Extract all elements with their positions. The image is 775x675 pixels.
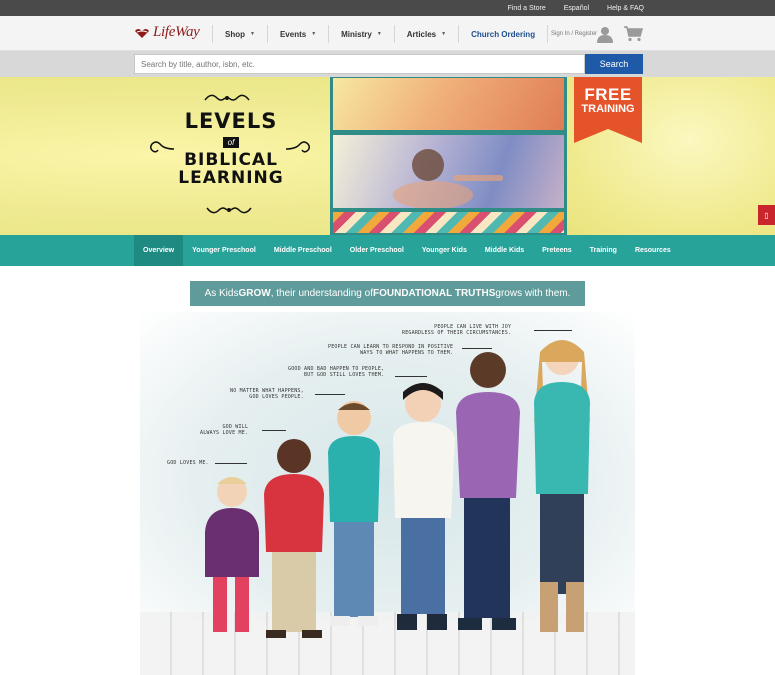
- hero-title-levels: LEVELS: [184, 109, 278, 133]
- annotation-line: [534, 330, 572, 331]
- tab-preteens[interactable]: Preteens: [533, 235, 581, 266]
- annotation-respond-positive: PEOPLE CAN LEARN TO RESPOND IN POSITIVE …: [328, 344, 454, 356]
- logo-text: LifeWay: [153, 24, 200, 40]
- lifeway-logo-icon: [134, 27, 150, 39]
- nav-menu: Shop ▼ Events ▼ Ministry ▼ Articles ▼ Church…: [212, 25, 549, 43]
- nav-item-label: Ministry: [341, 29, 372, 39]
- age-level-nav: Overview Younger Preschool Middle Presch…: [0, 235, 775, 266]
- tagline-part: , their understanding of: [270, 288, 373, 299]
- tab-resources[interactable]: Resources: [626, 235, 680, 266]
- caret-down-icon: ▼: [376, 31, 382, 37]
- preschooler-figure: [264, 439, 324, 638]
- tagline-truths: FOUNDATIONAL TRUTHS: [372, 288, 496, 299]
- tab-younger-kids[interactable]: Younger Kids: [413, 235, 476, 266]
- free-training-label[interactable]: FREE TRAINING: [574, 86, 642, 115]
- main-nav: LifeWay Shop ▼ Events ▼ Ministry ▼ Articles…: [0, 16, 775, 51]
- hero-title-learning: LEARNING: [178, 168, 284, 188]
- annotation-god-will-always-love-me: GOD WILL ALWAYS LOVE ME.: [200, 424, 249, 436]
- nav-item-shop[interactable]: Shop ▼: [212, 25, 267, 43]
- annotation-line: [262, 430, 286, 431]
- annotation-no-matter-what: NO MATTER WHAT HAPPENS, GOD LOVES PEOPLE…: [230, 388, 304, 400]
- annotation-line: [395, 376, 427, 377]
- boy-purple-shirt-figure: [456, 352, 520, 630]
- gift-icon: ▯: [764, 210, 769, 220]
- toddler-figure: [205, 477, 259, 632]
- nav-item-label: Articles: [406, 29, 437, 39]
- tab-older-preschool[interactable]: Older Preschool: [341, 235, 413, 266]
- caret-down-icon: ▼: [250, 31, 255, 37]
- nav-item-ministry[interactable]: Ministry ▼: [328, 25, 394, 43]
- utility-bar: Find a Store Español Help & FAQ: [0, 0, 775, 16]
- annotation-line: [215, 463, 247, 464]
- hero-title-of: of: [222, 137, 240, 148]
- tab-younger-preschool[interactable]: Younger Preschool: [183, 235, 265, 266]
- swirl-ornament-bottom: [206, 207, 252, 214]
- espanol-link[interactable]: Español: [564, 5, 589, 12]
- hero-photo-child: [333, 135, 564, 209]
- annotation-live-with-joy: PEOPLE CAN LIVE WITH JOY REGARDLESS OF T…: [402, 324, 512, 336]
- help-faq-link[interactable]: Help & FAQ: [607, 5, 644, 12]
- preteen-girl-figure: [534, 340, 590, 632]
- annotation-line: [462, 348, 492, 349]
- nav-item-articles[interactable]: Articles ▼: [393, 25, 458, 43]
- tab-training[interactable]: Training: [581, 235, 626, 266]
- logo[interactable]: LifeWay: [134, 24, 200, 41]
- nav-item-events[interactable]: Events ▼: [266, 25, 328, 43]
- user-icon[interactable]: [597, 26, 613, 43]
- banner-training-text: TRAINING: [581, 103, 635, 115]
- cart-icon[interactable]: [624, 26, 644, 42]
- growth-illustration: GOD LOVES ME. GOD WILL ALWAYS LOVE ME. N…: [140, 312, 635, 675]
- tagline-part: grows with them.: [495, 288, 571, 299]
- annotation-god-loves-me: GOD LOVES ME.: [167, 460, 209, 466]
- search-bar: Search: [0, 51, 775, 77]
- nav-item-church-ordering[interactable]: Church Ordering: [458, 25, 549, 43]
- find-a-store-link[interactable]: Find a Store: [508, 5, 546, 12]
- nav-item-label: Shop: [225, 29, 245, 39]
- hero-title-biblical: BIBLICAL: [184, 150, 278, 170]
- caret-down-icon: ▼: [311, 31, 317, 37]
- nav-item-label: Events: [279, 29, 307, 39]
- tagline: As Kids GROW, their understanding of FOU…: [190, 281, 585, 306]
- tagline-part: As Kids: [204, 288, 239, 299]
- signin-link[interactable]: Sign In / Register: [551, 31, 597, 37]
- banner-free-text: FREE: [584, 85, 632, 104]
- young-boy-figure: [328, 401, 380, 626]
- tab-middle-kids[interactable]: Middle Kids: [476, 235, 533, 266]
- annotation-good-and-bad: GOOD AND BAD HAPPEN TO PEOPLE, BUT GOD S…: [288, 366, 385, 378]
- caret-down-icon: ▼: [441, 31, 447, 37]
- annotation-line: [315, 394, 345, 395]
- search-input[interactable]: [134, 54, 585, 74]
- tab-middle-preschool[interactable]: Middle Preschool: [265, 235, 341, 266]
- swirl-ornament-top: [204, 94, 250, 101]
- tagline-grow: GROW: [238, 288, 271, 299]
- tab-overview[interactable]: Overview: [134, 235, 184, 266]
- hero-photo-pattern: [333, 212, 564, 233]
- hero-photo-top: [333, 78, 564, 130]
- search-button[interactable]: Search: [585, 54, 643, 74]
- side-feedback-tab[interactable]: ▯: [758, 205, 775, 225]
- nav-item-label: Church Ordering: [471, 29, 536, 39]
- hero-title: LEVELS of BIBLICAL LEARNING: [146, 110, 316, 187]
